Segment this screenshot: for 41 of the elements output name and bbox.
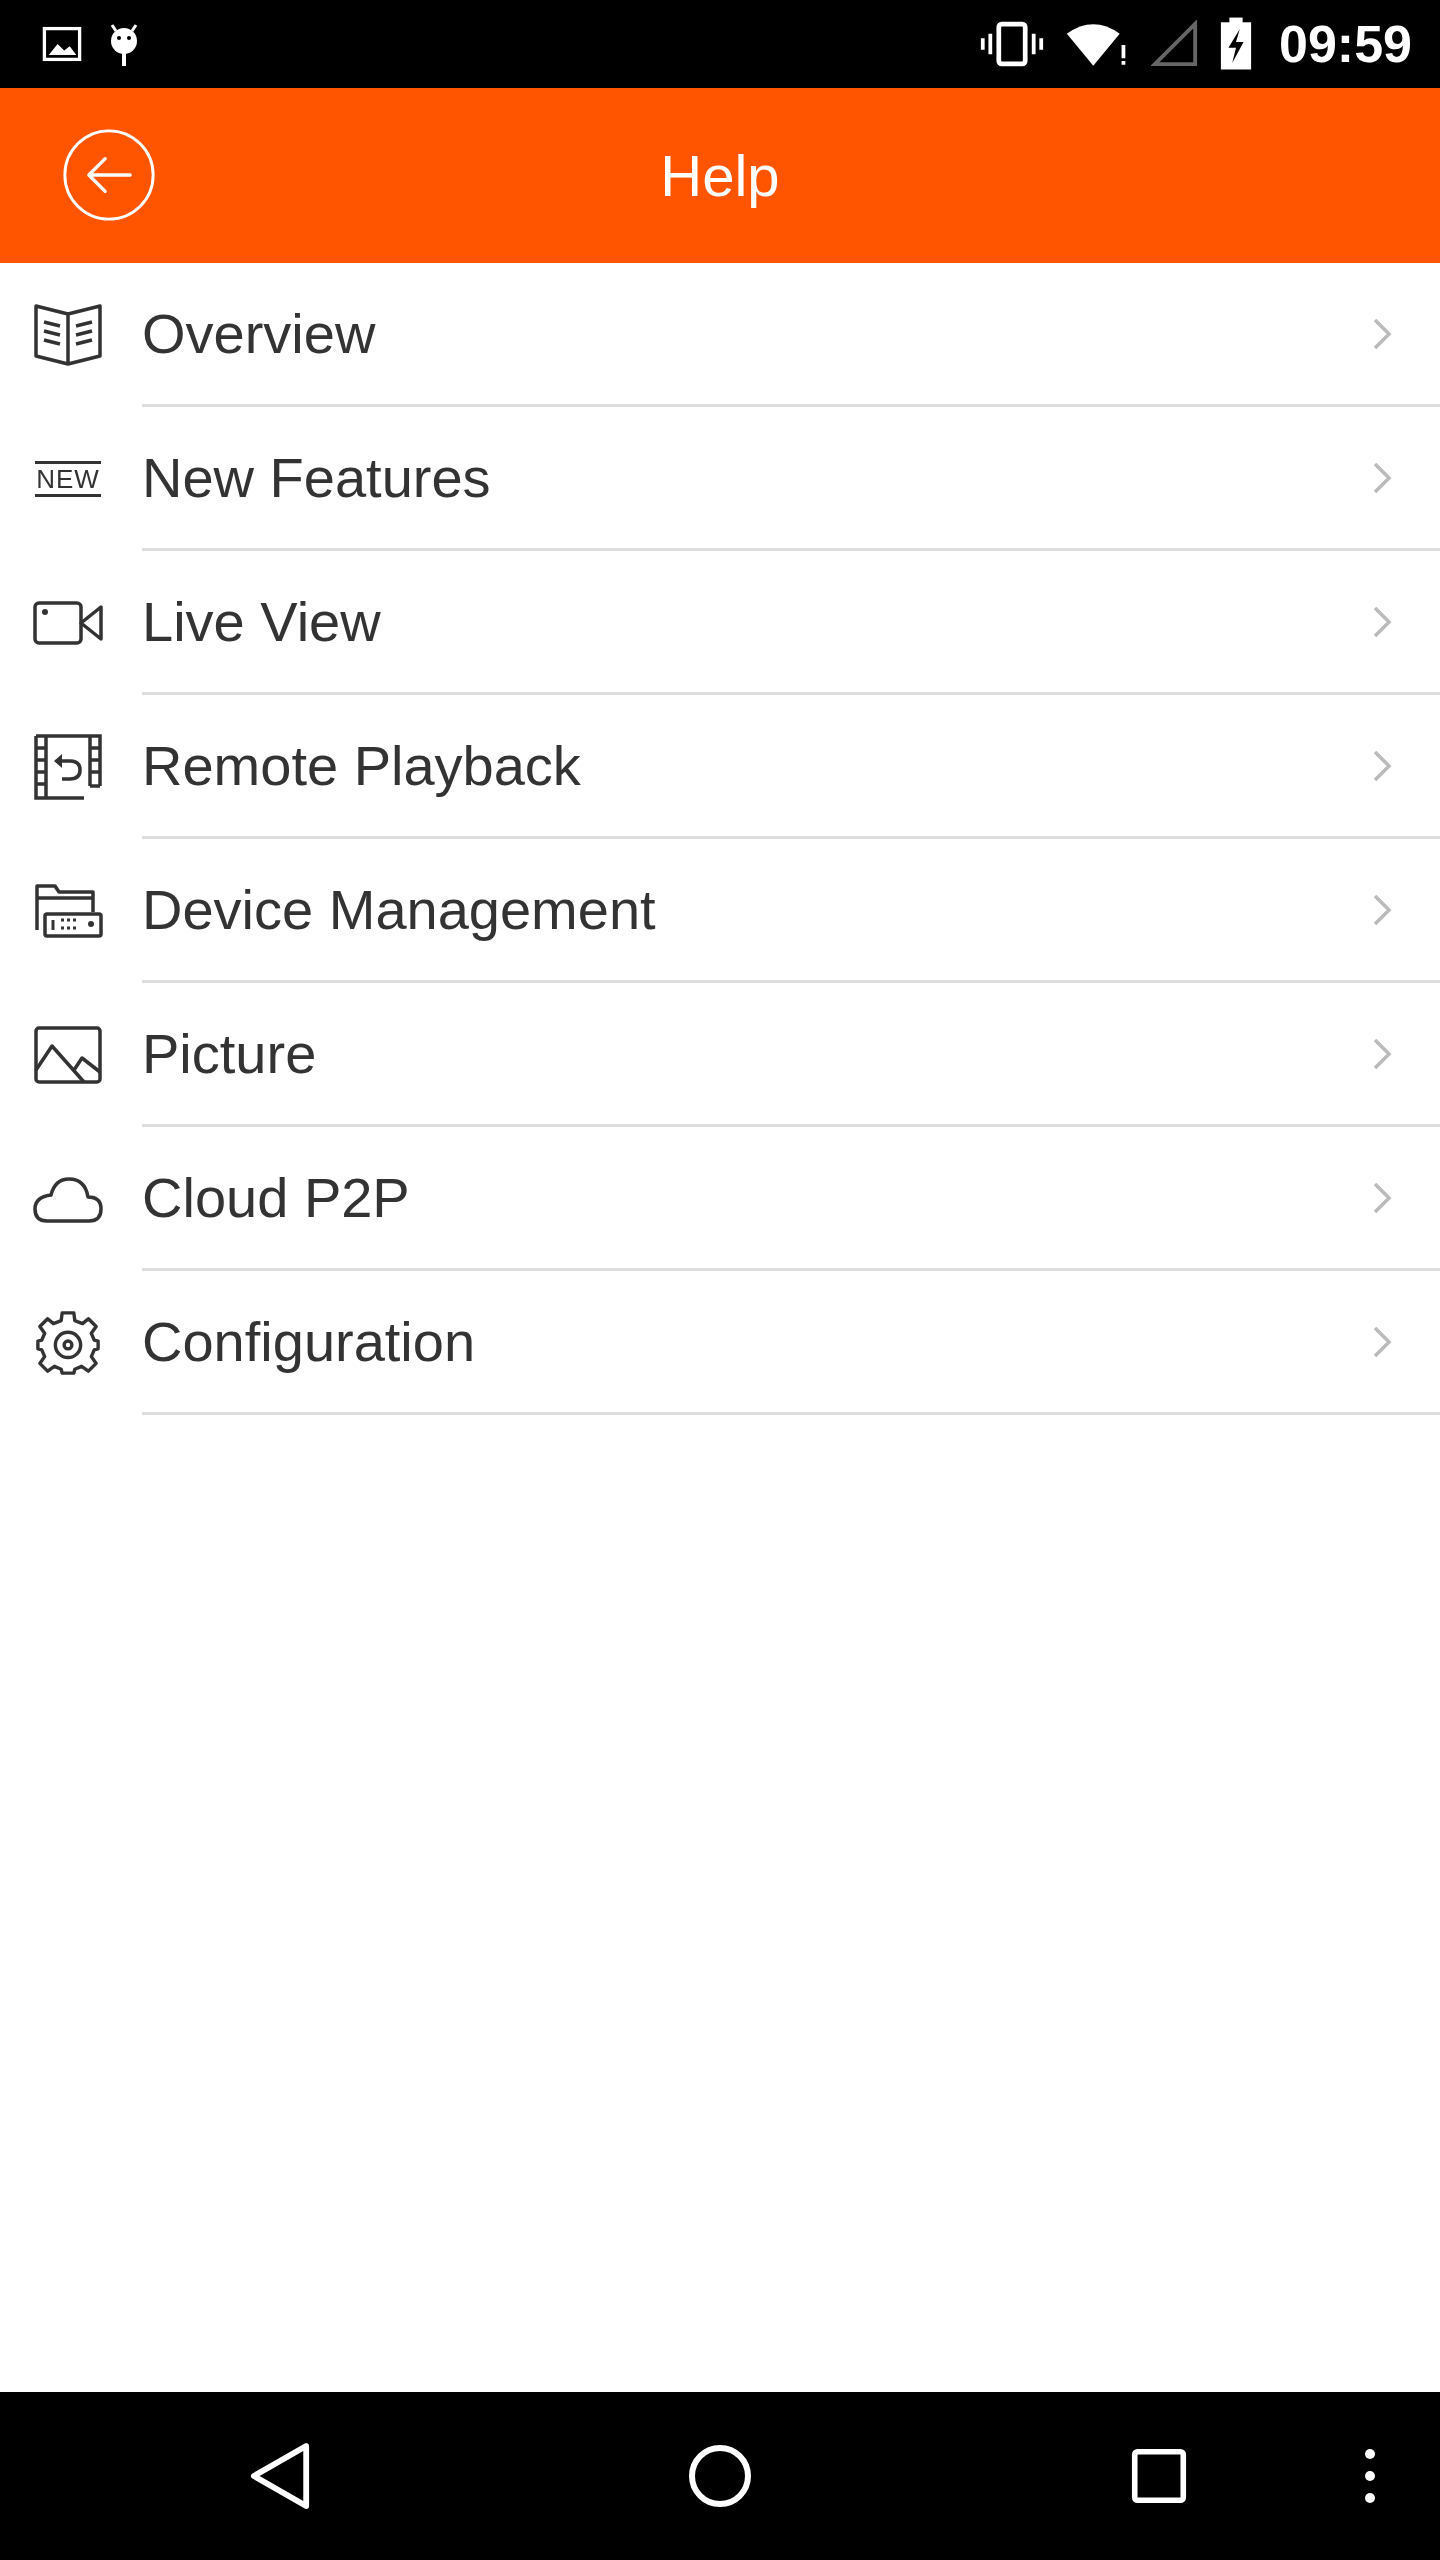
chevron-right-icon <box>1372 1180 1392 1215</box>
help-list-item[interactable]: Overview <box>0 263 1440 407</box>
help-list-item[interactable]: NEW New Features <box>0 407 1440 551</box>
book-icon <box>34 304 102 366</box>
chevron-right-icon <box>1372 1036 1392 1071</box>
header-title: Help <box>660 142 780 209</box>
back-icon[interactable] <box>250 2442 312 2510</box>
landscape-image-icon <box>34 1026 102 1084</box>
help-list-item[interactable]: Picture <box>0 983 1440 1127</box>
item-label: New Features <box>142 445 492 510</box>
item-label: Live View <box>142 589 382 654</box>
home-icon[interactable] <box>688 2444 752 2508</box>
back-button[interactable] <box>61 127 157 223</box>
video-camera-icon <box>33 601 103 645</box>
battery-icon <box>1219 17 1253 71</box>
chevron-right-icon <box>1372 1324 1392 1359</box>
help-list-item[interactable]: Configuration <box>0 1271 1440 1415</box>
item-label: Overview <box>142 301 377 366</box>
status-time: 09:59 <box>1279 14 1412 74</box>
cloud-icon <box>33 1175 103 1223</box>
chevron-right-icon <box>1372 460 1392 495</box>
recent-apps-icon[interactable] <box>1131 2448 1187 2504</box>
help-list-item[interactable]: Device Management <box>0 839 1440 983</box>
signal-icon <box>1151 20 1199 68</box>
help-list-item[interactable]: Live View <box>0 551 1440 695</box>
chevron-right-icon <box>1372 316 1392 351</box>
menu-icon[interactable] <box>1364 2448 1376 2504</box>
item-label: Remote Playback <box>142 733 582 798</box>
film-replay-icon <box>34 734 102 800</box>
item-label: Cloud P2P <box>142 1165 411 1230</box>
help-list-item[interactable]: Cloud P2P <box>0 1127 1440 1271</box>
item-label: Configuration <box>142 1309 477 1374</box>
chevron-right-icon <box>1372 892 1392 927</box>
settings-icon <box>34 1309 102 1377</box>
chevron-right-icon <box>1372 604 1392 639</box>
folder-recorder-icon <box>33 882 103 940</box>
item-label: Picture <box>142 1021 318 1086</box>
chevron-right-icon <box>1372 748 1392 783</box>
help-list-item[interactable]: Remote Playback <box>0 695 1440 839</box>
item-label: Device Management <box>142 877 657 942</box>
vibrate-icon <box>979 20 1045 68</box>
